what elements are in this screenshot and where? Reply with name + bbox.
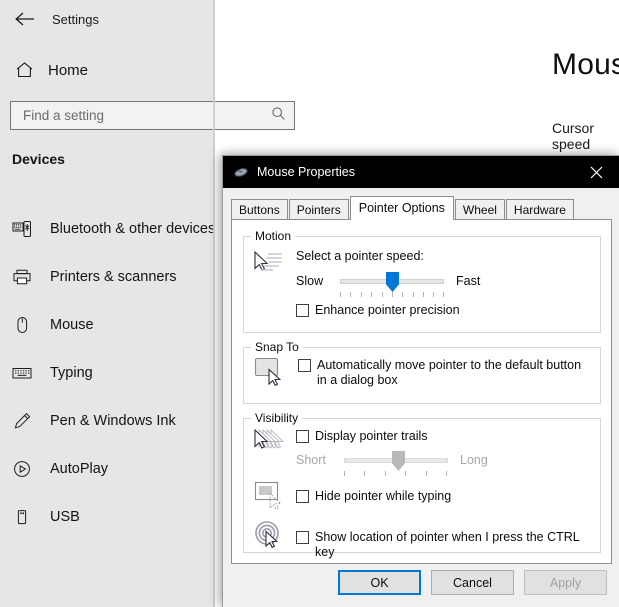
sidebar-item-typing[interactable]: Typing xyxy=(0,349,213,397)
hide-pointer-typing-icon xyxy=(254,481,288,518)
settings-sidebar: Settings Home Devices xyxy=(0,0,295,607)
snap-to-group-title: Snap To xyxy=(251,340,303,354)
sidebar-item-label: Bluetooth & other devices xyxy=(50,221,216,237)
mouse-icon xyxy=(12,315,32,335)
cancel-button[interactable]: Cancel xyxy=(431,570,514,595)
back-arrow-icon[interactable] xyxy=(10,5,40,33)
display-pointer-trails-checkbox[interactable]: Display pointer trails xyxy=(296,429,428,444)
sidebar-item-home-label: Home xyxy=(48,61,89,79)
tab-hardware[interactable]: Hardware xyxy=(505,199,574,219)
snap-to-button-icon xyxy=(254,357,286,394)
pointer-speed-slider-thumb[interactable] xyxy=(386,272,399,292)
sidebar-item-mouse[interactable]: Mouse xyxy=(0,301,213,349)
slider-slow-label: Slow xyxy=(296,274,324,288)
dialog-tabstrip: Buttons Pointers Pointer Options Wheel H… xyxy=(231,196,619,220)
motion-group: Motion Select a pointer speed: Slow Fast… xyxy=(243,229,601,333)
close-icon[interactable] xyxy=(574,156,619,188)
tab-pointers[interactable]: Pointers xyxy=(288,199,349,219)
show-pointer-location-checkbox[interactable]: Show location of pointer when I press th… xyxy=(296,530,600,560)
sidebar-item-pen-windows-ink[interactable]: Pen & Windows Ink xyxy=(0,397,213,445)
checkbox-label: Enhance pointer precision xyxy=(315,303,460,317)
sidebar-nav: Bluetooth & other devices Printers & sca… xyxy=(0,205,216,541)
pointer-trails-slider-thumb[interactable] xyxy=(392,451,405,471)
checkbox-label: Show location of pointer when I press th… xyxy=(315,530,580,559)
trails-long-label: Long xyxy=(460,453,488,467)
sidebar-item-printers-scanners[interactable]: Printers & scanners xyxy=(0,253,213,301)
snap-to-default-button-checkbox[interactable]: Automatically move pointer to the defaul… xyxy=(298,358,588,388)
checkbox-label: Hide pointer while typing xyxy=(315,489,452,503)
search-box[interactable] xyxy=(10,101,295,130)
slider-ticks xyxy=(340,292,444,297)
printer-icon xyxy=(12,267,32,287)
keyboard-icon xyxy=(12,363,32,383)
ok-button[interactable]: OK xyxy=(338,570,421,595)
checkbox-label: Automatically move pointer to the defaul… xyxy=(317,358,582,387)
pointer-options-panel: Motion Select a pointer speed: Slow Fast… xyxy=(231,219,612,564)
usb-icon xyxy=(12,507,32,527)
sidebar-item-label: Printers & scanners xyxy=(50,269,177,285)
dialog-titlebar[interactable]: Mouse Properties xyxy=(223,156,619,188)
motion-group-title: Motion xyxy=(251,229,296,243)
pointer-motion-icon xyxy=(252,249,286,284)
pen-icon xyxy=(12,411,32,431)
sidebar-item-label: USB xyxy=(50,509,80,525)
apply-button: Apply xyxy=(524,570,607,595)
visibility-group: Visibility Display pointer trails Short … xyxy=(243,411,601,559)
tab-buttons[interactable]: Buttons xyxy=(231,199,288,219)
pointer-speed-caption: Select a pointer speed: xyxy=(296,249,424,263)
window-title: Settings xyxy=(52,11,99,27)
sidebar-section-header: Devices xyxy=(12,151,65,167)
sidebar-item-home[interactable]: Home xyxy=(8,55,208,85)
sidebar-item-label: AutoPlay xyxy=(50,461,109,477)
pointer-trails-icon xyxy=(252,427,288,464)
sidebar-item-autoplay[interactable]: AutoPlay xyxy=(0,445,213,493)
checkbox-box[interactable] xyxy=(296,531,309,544)
checkbox-label: Display pointer trails xyxy=(315,429,428,443)
checkbox-box[interactable] xyxy=(296,430,309,443)
bluetooth-devices-icon xyxy=(12,219,32,239)
home-icon xyxy=(14,60,34,80)
screen: Mouse Cursor speed Settings Home xyxy=(0,0,619,607)
search-input[interactable] xyxy=(21,107,271,124)
checkbox-box[interactable] xyxy=(296,490,309,503)
trails-short-label: Short xyxy=(296,453,326,467)
pointer-speed-slider[interactable]: Slow Fast xyxy=(296,272,508,298)
sidebar-item-usb[interactable]: USB xyxy=(0,493,213,541)
mouse-icon xyxy=(233,164,249,180)
checkbox-box[interactable] xyxy=(296,304,309,317)
pointer-trails-slider[interactable]: Short Long xyxy=(296,451,516,477)
sidebar-item-label: Typing xyxy=(50,365,93,381)
slider-fast-label: Fast xyxy=(456,274,481,288)
search-icon[interactable] xyxy=(271,106,286,126)
sidebar-item-bluetooth-other-devices[interactable]: Bluetooth & other devices xyxy=(0,205,216,253)
hide-pointer-while-typing-checkbox[interactable]: Hide pointer while typing xyxy=(296,489,451,504)
page-title: Mouse xyxy=(552,48,619,81)
dialog-button-row: OK Cancel Apply xyxy=(223,570,619,595)
sidebar-item-label: Pen & Windows Ink xyxy=(50,413,176,429)
mouse-properties-dialog: Mouse Properties Buttons Pointers Pointe… xyxy=(222,155,619,607)
tab-pointer-options[interactable]: Pointer Options xyxy=(349,196,454,220)
cursor-speed-label: Cursor speed xyxy=(552,120,595,152)
checkbox-box[interactable] xyxy=(298,359,311,372)
sidebar-item-label: Mouse xyxy=(50,317,94,333)
tab-wheel[interactable]: Wheel xyxy=(454,199,505,219)
autoplay-icon xyxy=(12,459,32,479)
snap-to-group: Snap To Automatically move pointer to th… xyxy=(243,340,601,404)
enhance-pointer-precision-checkbox[interactable]: Enhance pointer precision xyxy=(296,303,460,318)
visibility-group-title: Visibility xyxy=(251,411,303,425)
dialog-title: Mouse Properties xyxy=(257,165,355,179)
sidebar-divider xyxy=(213,0,215,607)
slider-ticks xyxy=(344,471,448,476)
show-pointer-location-icon xyxy=(254,520,288,557)
